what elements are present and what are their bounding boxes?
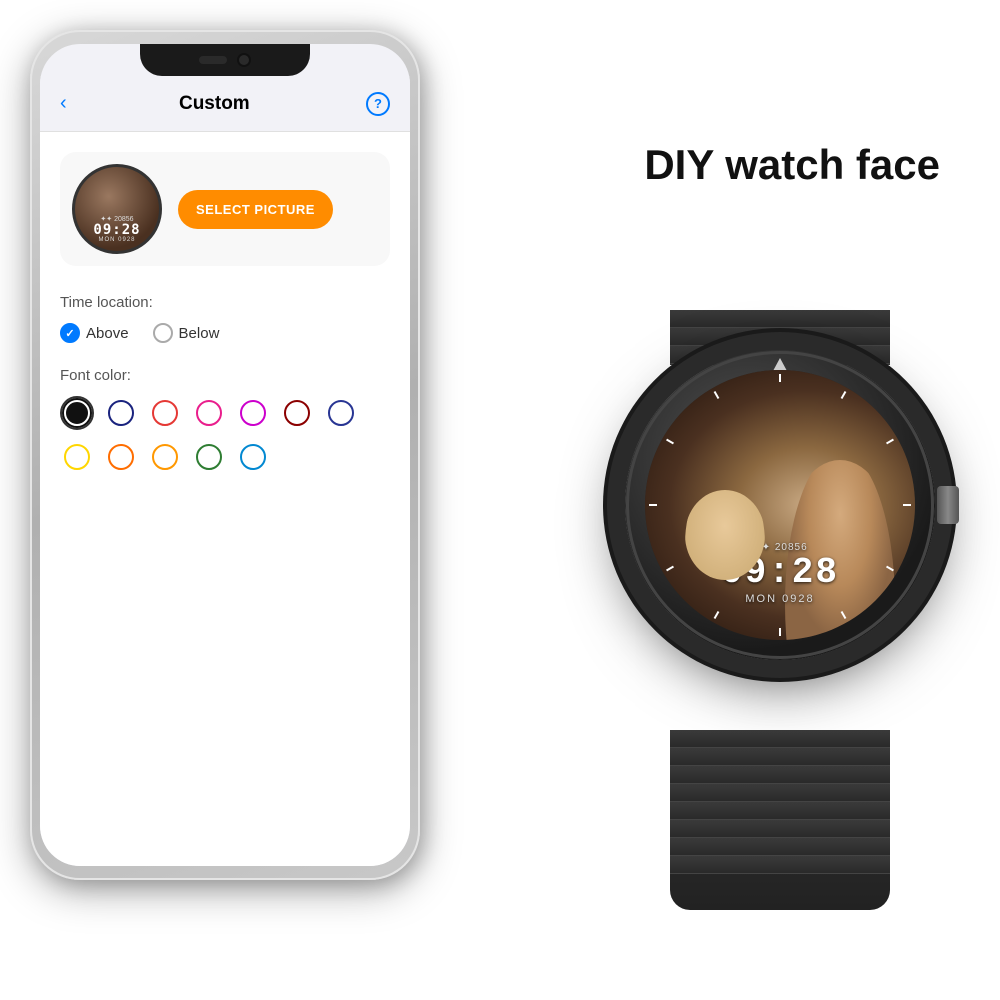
radio-below-label: Below: [179, 325, 220, 342]
phone-notch: [140, 44, 310, 76]
color-grid: [60, 396, 390, 474]
radio-group: Above Below: [60, 323, 390, 343]
smartwatch: ✦✦ 20856 09:28 MON 0928: [590, 310, 970, 910]
preview-clock: 09:28: [93, 223, 140, 237]
notch-camera: [237, 53, 251, 67]
color-dot-green[interactable]: [192, 440, 226, 474]
time-location-section: Time location: Above Below: [60, 294, 390, 343]
watch-preview: ✦✦ 20856 09:28 MON 0928: [72, 164, 162, 254]
color-dot-yellow[interactable]: [60, 440, 94, 474]
phone-screen: ‹ Custom ? ✦✦ 20856 09:28 MON 0928 SELEC…: [40, 44, 410, 866]
back-button[interactable]: ‹: [60, 92, 67, 115]
preview-date: MON 0928: [93, 237, 140, 243]
time-location-label: Time location:: [60, 294, 390, 311]
font-color-label: Font color:: [60, 367, 390, 384]
watch-band-bottom: [670, 730, 890, 910]
preview-time: ✦✦ 20856 09:28 MON 0928: [93, 215, 140, 243]
font-color-section: Font color:: [60, 367, 390, 474]
page-title: Custom: [83, 93, 346, 115]
app-content: ✦✦ 20856 09:28 MON 0928 SELECT PICTURE T…: [40, 132, 410, 866]
color-dot-dark-blue[interactable]: [104, 396, 138, 430]
select-picture-button[interactable]: SELECT PICTURE: [178, 190, 333, 229]
watch-clock: 09:28: [721, 555, 839, 591]
color-dot-magenta[interactable]: [236, 396, 270, 430]
watch-crown: [937, 486, 959, 524]
color-dot-cyan[interactable]: [236, 440, 270, 474]
color-dot-dark-red[interactable]: [280, 396, 314, 430]
watch-date: MON 0928: [721, 593, 839, 605]
help-button[interactable]: ?: [366, 92, 390, 116]
watch-time-overlay: ✦✦ 20856 09:28 MON 0928: [721, 542, 839, 605]
radio-below[interactable]: Below: [153, 323, 220, 343]
headline: DIY watch face: [644, 140, 940, 190]
color-dot-navy[interactable]: [324, 396, 358, 430]
phone: ‹ Custom ? ✦✦ 20856 09:28 MON 0928 SELEC…: [30, 30, 420, 880]
color-dot-red[interactable]: [148, 396, 182, 430]
radio-above[interactable]: Above: [60, 323, 129, 343]
color-dot-black[interactable]: [60, 396, 94, 430]
color-dot-pink[interactable]: [192, 396, 226, 430]
watch-photo: ✦✦ 20856 09:28 MON 0928: [645, 370, 915, 640]
color-dot-orange2[interactable]: [148, 440, 182, 474]
app-header: ‹ Custom ?: [40, 76, 410, 132]
radio-above-label: Above: [86, 325, 129, 342]
preview-section: ✦✦ 20856 09:28 MON 0928 SELECT PICTURE: [60, 152, 390, 266]
watch-body: ✦✦ 20856 09:28 MON 0928: [625, 350, 935, 660]
radio-below-circle[interactable]: [153, 323, 173, 343]
color-dot-orange[interactable]: [104, 440, 138, 474]
notch-sensor: [199, 56, 227, 64]
watch-screen: ✦✦ 20856 09:28 MON 0928: [645, 370, 915, 640]
radio-above-circle[interactable]: [60, 323, 80, 343]
